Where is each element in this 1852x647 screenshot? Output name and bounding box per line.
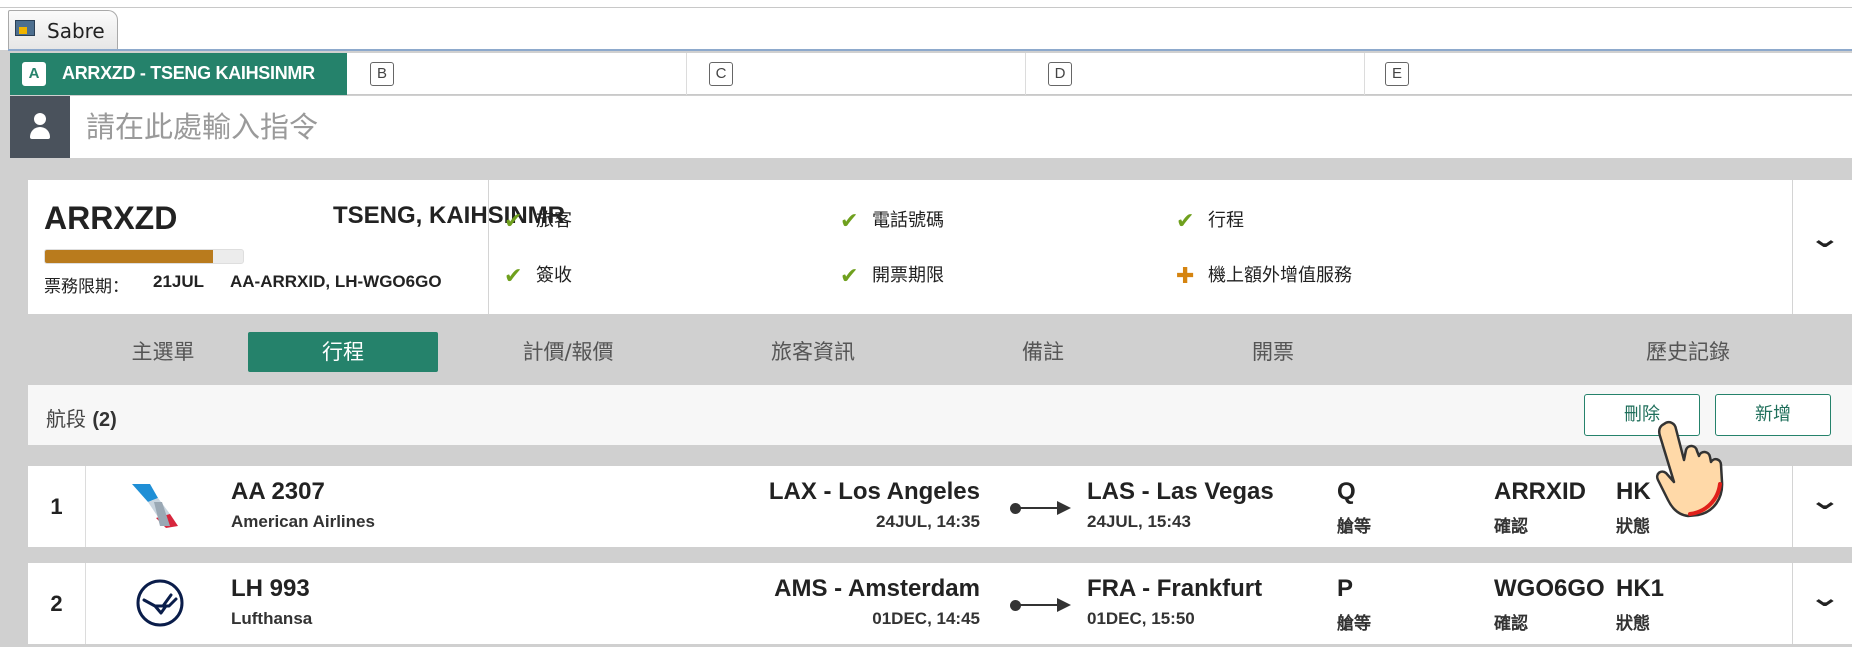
route-arrow-line [1016, 604, 1058, 606]
pnr-completion-fill [45, 250, 214, 263]
checklist-item-phone[interactable]: ✔ 電話號碼 [840, 206, 944, 234]
arrival-time: 01DEC, 15:50 [1087, 609, 1195, 628]
card-divider [1792, 180, 1793, 314]
departure-time: 24JUL, 14:35 [876, 512, 980, 531]
route-arrow-line [1016, 507, 1058, 509]
lufthansa-logo-icon [136, 579, 184, 627]
segment-status: HK [1616, 478, 1651, 505]
user-icon[interactable] [10, 96, 70, 158]
airline-record-locators: AA-ARRXID, LH-WGO6GO [230, 272, 442, 291]
check-icon: ✔ [504, 209, 523, 234]
segments-title: 航段 (2) [46, 407, 117, 431]
departure-time: 01DEC, 14:45 [872, 609, 980, 628]
route-arrow-icon [1057, 501, 1071, 515]
window-tab-bar: Sabre [0, 0, 1852, 51]
tab-key-a: A [22, 62, 46, 86]
add-segment-button[interactable]: 新增 [1715, 394, 1831, 436]
checklist-item-passenger[interactable]: ✔ 旅客 [504, 206, 572, 234]
subnav-history[interactable]: 歷史記錄 [1608, 332, 1768, 372]
expand-chevron-down-icon[interactable]: ⌄ [1809, 224, 1842, 254]
booking-class-label: 艙等 [1337, 614, 1371, 634]
plus-icon: ✚ [1176, 264, 1195, 289]
airline-confirmation: ARRXID [1494, 478, 1587, 505]
pnr-summary-card: ARRXZD TSENG, KAIHSINMR 票務限期： 21JUL AA-A… [28, 180, 1852, 314]
window-top-border [0, 7, 1852, 8]
checklist-item-ancillary-services[interactable]: ✚ 機上額外增值服務 [1176, 261, 1352, 289]
row-divider [1792, 563, 1793, 644]
check-icon: ✔ [1176, 209, 1195, 234]
window-tab-sabre[interactable]: Sabre [8, 10, 118, 50]
segments-count: (2) [92, 409, 117, 431]
segment-row[interactable]: 2 LH 993 Lufthansa AMS - Amsterdam 01DEC… [28, 563, 1852, 644]
workspace-tab-c[interactable]: C [687, 53, 1025, 95]
command-input[interactable] [84, 102, 1828, 152]
origin-airport: AMS - Amsterdam [774, 575, 980, 602]
origin-airport: LAX - Los Angeles [768, 478, 980, 505]
flight-number: LH 993 [231, 575, 310, 602]
segment-row[interactable]: 1 AA 2307 American Airlines LAX - Los An… [28, 466, 1852, 547]
subnav-passenger-info[interactable]: 旅客資訊 [718, 332, 908, 372]
workspace-tab-label: ARRXZD - TSENG KAIHSINMR [62, 63, 315, 83]
airline-name: Lufthansa [231, 609, 313, 628]
destination-airport: LAS - Las Vegas [1087, 478, 1274, 505]
check-icon: ✔ [840, 209, 859, 234]
tab-key-e: E [1385, 62, 1409, 86]
expand-chevron-down-icon[interactable]: ⌄ [1809, 486, 1842, 516]
status-label: 狀態 [1616, 614, 1650, 634]
pnr-subnav: 主選單 行程 計價/報價 旅客資訊 備註 開票 歷史記錄 [28, 324, 1852, 374]
tab-key-b: B [370, 62, 394, 86]
workspace-tabs: A ARRXZD - TSENG KAIHSINMR B C D E [10, 53, 1852, 95]
segment-status: HK1 [1616, 575, 1665, 602]
pnr-completion-bar [44, 249, 244, 264]
subnav-ticketing[interactable]: 開票 [1198, 332, 1348, 372]
confirmation-label: 確認 [1494, 614, 1528, 634]
confirmation-label: 確認 [1494, 517, 1528, 537]
tab-key-d: D [1048, 62, 1072, 86]
segment-index: 2 [28, 563, 86, 644]
workspace-tab-e[interactable]: E [1365, 53, 1852, 95]
arrival-time: 24JUL, 15:43 [1087, 512, 1191, 531]
subnav-itinerary[interactable]: 行程 [248, 332, 438, 372]
airline-confirmation: WGO6GO [1494, 575, 1605, 602]
window-tab-title: Sabre [47, 19, 105, 43]
subnav-main-menu[interactable]: 主選單 [88, 332, 238, 372]
booking-class: P [1337, 575, 1354, 602]
check-icon: ✔ [504, 264, 523, 289]
checklist-item-received-from[interactable]: ✔ 簽收 [504, 261, 572, 289]
route-arrow-icon [1057, 598, 1071, 612]
workspace-tab-a[interactable]: A ARRXZD - TSENG KAIHSINMR [10, 53, 347, 95]
card-divider [488, 180, 489, 314]
checklist-item-itinerary[interactable]: ✔ 行程 [1176, 206, 1244, 234]
booking-class-label: 艙等 [1337, 517, 1371, 537]
american-airlines-logo-icon [132, 484, 178, 528]
expand-chevron-down-icon[interactable]: ⌄ [1809, 583, 1842, 613]
subnav-remarks[interactable]: 備註 [968, 332, 1118, 372]
flight-number: AA 2307 [231, 478, 325, 505]
segment-index: 1 [28, 466, 86, 547]
subnav-pricing[interactable]: 計價/報價 [478, 332, 658, 372]
booking-class: Q [1337, 478, 1356, 505]
row-divider [1792, 466, 1793, 547]
window-tab-underline [8, 49, 1852, 51]
ticketing-deadline-label: 票務限期： [44, 277, 129, 297]
airline-name: American Airlines [231, 512, 375, 531]
destination-airport: FRA - Frankfurt [1087, 575, 1263, 602]
sabre-app-icon [15, 20, 35, 36]
workspace-tab-b[interactable]: B [347, 53, 686, 95]
segments-header: 航段 (2) 刪除 新增 [28, 385, 1852, 445]
status-label: 狀態 [1616, 517, 1650, 537]
check-icon: ✔ [840, 264, 859, 289]
workspace-tab-d[interactable]: D [1026, 53, 1364, 95]
pnr-record-locator: ARRXZD [44, 200, 178, 236]
command-bar [10, 96, 1852, 158]
hand-pointer-cursor-icon [1656, 420, 1724, 518]
ticketing-deadline-value: 21JUL [153, 272, 205, 291]
checklist-item-ticketing-limit[interactable]: ✔ 開票期限 [840, 261, 944, 289]
tab-key-c: C [709, 62, 733, 86]
